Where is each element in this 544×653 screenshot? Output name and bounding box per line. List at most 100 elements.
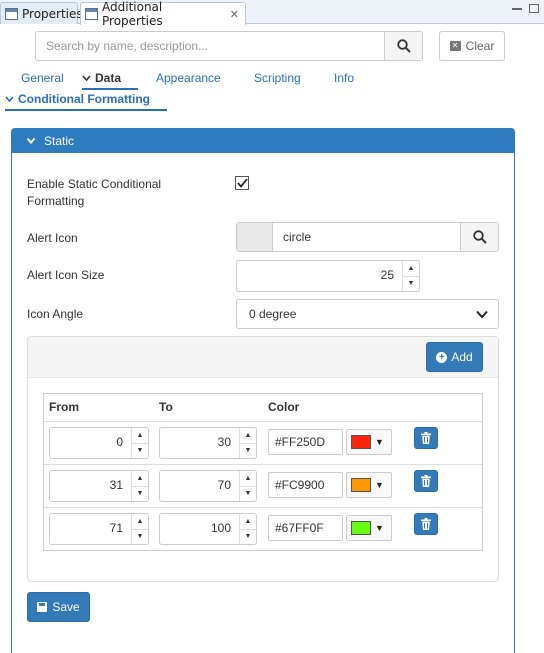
tab-label: Data	[95, 71, 122, 85]
from-input[interactable]: 0 ▲ ▼	[49, 427, 149, 459]
alert-icon-field: circle	[236, 222, 499, 252]
chevron-down-icon	[5, 95, 14, 106]
tab-label: Additional Properties	[102, 0, 163, 28]
color-swatch	[351, 478, 371, 492]
section-title: Conditional Formatting	[18, 92, 150, 106]
input-value: 0	[116, 435, 123, 449]
to-input[interactable]: 30 ▲ ▼	[159, 427, 257, 459]
caret-down-icon: ▼	[375, 523, 384, 533]
tab-data[interactable]: Data	[82, 71, 121, 85]
spin-up-icon[interactable]: ▲	[240, 471, 256, 486]
spin-down-icon[interactable]: ▼	[132, 485, 148, 502]
spinner: ▲ ▼	[239, 428, 256, 458]
from-input[interactable]: 71 ▲ ▼	[49, 513, 149, 545]
section-underline	[5, 109, 167, 111]
search-icon	[396, 39, 411, 53]
spin-up-icon[interactable]: ▲	[132, 471, 148, 486]
alert-icon-size-label: Alert Icon Size	[27, 268, 105, 282]
tab-scripting[interactable]: Scripting	[254, 71, 301, 85]
save-button[interactable]: Save	[27, 592, 90, 622]
input-value: 71	[109, 521, 123, 535]
spin-up-icon[interactable]: ▲	[403, 261, 419, 276]
spin-down-icon[interactable]: ▼	[403, 275, 419, 292]
spin-down-icon[interactable]: ▼	[240, 485, 256, 502]
clear-label: Clear	[465, 39, 495, 53]
color-swatch	[351, 521, 371, 535]
tab-properties[interactable]: Properties	[0, 2, 83, 24]
section-conditional-formatting[interactable]: Conditional Formatting	[5, 92, 150, 106]
delete-row-button[interactable]	[414, 513, 438, 535]
spin-up-icon[interactable]: ▲	[132, 428, 148, 443]
spinner: ▲ ▼	[131, 514, 148, 544]
spinner: ▲ ▼	[402, 261, 419, 291]
close-icon[interactable]: ✕	[230, 8, 239, 21]
add-button[interactable]: + Add	[426, 342, 483, 372]
alert-icon-size-input[interactable]: 25 ▲ ▼	[236, 260, 420, 292]
tab-label: Properties	[22, 6, 83, 21]
tab-general[interactable]: General	[21, 71, 64, 85]
clear-button[interactable]: ✕ Clear	[439, 31, 505, 61]
label-line: Formatting	[27, 194, 85, 208]
spinner: ▲ ▼	[239, 514, 256, 544]
color-picker[interactable]: ▼	[346, 472, 392, 498]
panel-title: Static	[44, 134, 75, 148]
color-picker[interactable]: ▼	[346, 515, 392, 541]
search-button[interactable]	[384, 32, 422, 60]
floppy-disk-icon	[37, 602, 48, 612]
color-picker[interactable]: ▼	[346, 429, 392, 455]
add-label: Add	[451, 350, 473, 364]
spin-down-icon[interactable]: ▼	[132, 442, 148, 459]
properties-icon	[5, 7, 18, 20]
trash-icon	[421, 518, 431, 530]
color-hex-input[interactable]: #FC9900	[268, 472, 343, 498]
chevron-down-icon	[82, 74, 91, 85]
row-divider	[44, 421, 482, 422]
to-input[interactable]: 100 ▲ ▼	[159, 513, 257, 545]
spin-down-icon[interactable]: ▼	[240, 528, 256, 545]
tab-info[interactable]: Info	[334, 71, 354, 85]
from-input[interactable]: 31 ▲ ▼	[49, 470, 149, 502]
properties-icon	[85, 8, 98, 20]
minimize-icon[interactable]	[512, 8, 522, 10]
static-panel-header[interactable]: Static	[12, 129, 514, 153]
plus-circle-icon: +	[436, 351, 448, 363]
alert-icon-input[interactable]: circle	[273, 223, 460, 251]
icon-search-button[interactable]	[460, 223, 498, 251]
column-header-color: Color	[268, 400, 300, 414]
input-value: 31	[109, 478, 123, 492]
color-swatch	[351, 435, 371, 449]
spinner: ▲ ▼	[131, 428, 148, 458]
view-tab-bar: Properties Additional Properties ✕	[0, 0, 544, 28]
column-header-to: To	[159, 400, 173, 414]
spin-up-icon[interactable]: ▲	[240, 428, 256, 443]
spin-down-icon[interactable]: ▼	[132, 528, 148, 545]
label-line: Enable Static Conditional	[27, 177, 162, 191]
trash-icon	[421, 432, 431, 444]
search-box	[35, 31, 423, 61]
enable-static-checkbox[interactable]	[235, 176, 249, 190]
clear-icon: ✕	[449, 41, 461, 51]
spin-up-icon[interactable]: ▲	[132, 514, 148, 529]
search-input[interactable]	[36, 32, 384, 60]
search-icon	[472, 230, 487, 244]
tab-appearance[interactable]: Appearance	[156, 71, 221, 85]
caret-down-icon: ▼	[375, 437, 384, 447]
tab-additional-properties[interactable]: Additional Properties ✕	[80, 0, 246, 28]
select-value: 0 degree	[249, 307, 297, 321]
icon-angle-select[interactable]: 0 degree	[236, 299, 499, 329]
delete-row-button[interactable]	[414, 427, 438, 449]
maximize-icon[interactable]	[529, 4, 539, 13]
spin-up-icon[interactable]: ▲	[240, 514, 256, 529]
spin-down-icon[interactable]: ▼	[240, 442, 256, 459]
save-label: Save	[52, 600, 80, 614]
checkmark-icon	[236, 178, 248, 188]
color-hex-input[interactable]: #67FF0F	[268, 515, 343, 541]
input-value: 25	[380, 268, 394, 282]
trash-icon	[421, 475, 431, 487]
row-divider	[44, 507, 482, 508]
input-value: 30	[217, 435, 231, 449]
to-input[interactable]: 70 ▲ ▼	[159, 470, 257, 502]
alert-icon-label: Alert Icon	[27, 231, 78, 245]
color-hex-input[interactable]: #FF250D	[268, 429, 343, 455]
delete-row-button[interactable]	[414, 470, 438, 492]
